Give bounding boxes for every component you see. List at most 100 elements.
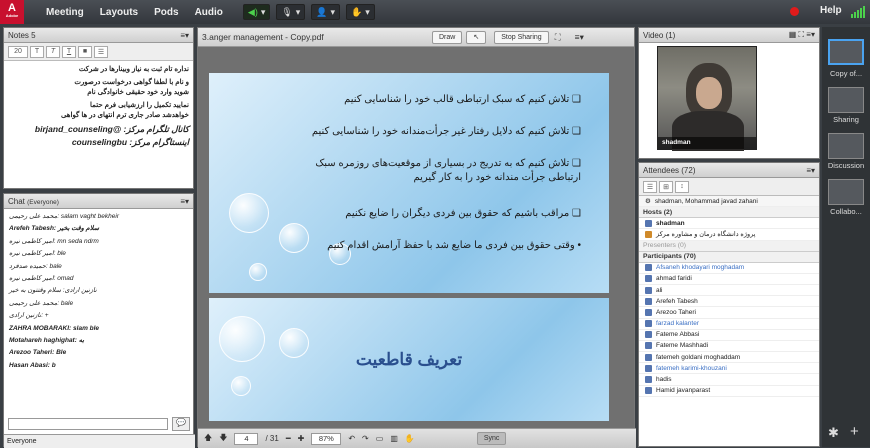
participant-name: Fateme Mashhadi	[656, 342, 709, 350]
fullscreen-icon[interactable]: ⛶	[555, 32, 561, 43]
host-row[interactable]: پروژه دانشگاه درمان و مشاوره مرکز	[639, 229, 819, 241]
help-menu[interactable]: Help	[820, 5, 842, 16]
bubble-decoration	[229, 193, 269, 233]
page-number-input[interactable]: 4	[234, 432, 259, 445]
participants-section[interactable]: Participants (70)	[639, 251, 819, 263]
underline-icon[interactable]: T	[62, 45, 76, 58]
layout-label[interactable]: Collabo...	[822, 207, 870, 216]
participant-row[interactable]: Fateme Mashhadi	[639, 341, 819, 353]
chat-header: Chat (Everyone) ≡▾	[4, 194, 193, 209]
fit-page-icon[interactable]: ▭	[376, 434, 384, 443]
video-header: Video (1) ▦ ⛶ ≡▾	[639, 28, 819, 43]
menu-meeting[interactable]: Meeting	[46, 7, 84, 18]
pod-menu-icon[interactable]: ▦ ⛶ ≡▾	[789, 30, 815, 40]
participant-name: Afsaneh khodayari moghadam	[656, 264, 745, 272]
layout-tile[interactable]	[828, 87, 864, 113]
pod-menu-icon[interactable]: ≡▾	[806, 166, 815, 175]
layout-tile[interactable]	[828, 39, 864, 65]
pointer-button[interactable]: ↖	[466, 30, 487, 44]
layout-icon[interactable]: ▥	[390, 434, 398, 443]
sort-icon[interactable]: ↕	[675, 180, 689, 193]
italic-icon[interactable]: T	[46, 45, 60, 58]
media-controls: ◀) ▾ 🎙 ▾ 👤 ▾ ✋ ▾	[242, 4, 375, 20]
participant-row[interactable]: ali	[639, 285, 819, 297]
participant-row[interactable]: Arefeh Tabesh	[639, 296, 819, 308]
camera-button[interactable]: 👤 ▾	[311, 4, 341, 20]
redo-icon[interactable]: ↷	[362, 434, 369, 443]
draw-button[interactable]: Draw	[432, 30, 463, 44]
note-line: نمایید تکمیل را ارزشیابی فرم حتما	[90, 102, 189, 109]
next-page-icon[interactable]: 🡇	[219, 432, 227, 446]
participant-name: Arefeh Tabesh	[656, 297, 698, 305]
layout-label[interactable]: Copy of...	[822, 69, 870, 78]
participant-row[interactable]: Afsaneh khodayari moghadam	[639, 263, 819, 274]
participant-row[interactable]: ahmad faridi	[639, 274, 819, 285]
notes-content[interactable]: نداره تام ثبت به نیاز وبینارها در شرکت و…	[4, 61, 193, 154]
layout-label[interactable]: Discussion	[822, 161, 870, 170]
breakout-icon[interactable]: ⊞	[659, 180, 673, 193]
host-name: پروژه دانشگاه درمان و مشاوره مرکز	[656, 231, 756, 239]
chevron-down-icon: ▾	[260, 6, 266, 17]
status-button[interactable]: ✋ ▾	[346, 4, 375, 20]
hosts-section[interactable]: Hosts (2)	[639, 207, 819, 219]
color-icon[interactable]: ■	[78, 45, 92, 58]
layout-tile[interactable]	[828, 179, 864, 205]
participant-row[interactable]: hadis	[639, 374, 819, 386]
layout-tile[interactable]	[828, 133, 864, 159]
logo-letter: A	[8, 2, 16, 14]
my-status-row[interactable]: ⚙ shadman, Mohammad javad zahani	[639, 196, 819, 208]
prev-page-icon[interactable]: 🡅	[204, 432, 212, 446]
hand-tool-icon[interactable]: ✋	[405, 434, 415, 443]
participant-row[interactable]: fatemeh goldani moghaddam	[639, 352, 819, 364]
menu-audio[interactable]: Audio	[195, 7, 223, 18]
participant-icon	[645, 364, 652, 372]
slide-bullet: ❑ تلاش کنیم که دلایل رفتار غیر جرأت‌مندا…	[311, 126, 581, 137]
layout-label[interactable]: Sharing	[822, 115, 870, 124]
list-view-icon[interactable]: ☰	[643, 180, 657, 193]
page-total: / 31	[265, 434, 279, 443]
logo-sub: Adobe	[5, 13, 19, 18]
zoom-in-icon[interactable]: ✚	[298, 434, 305, 443]
pod-menu-icon[interactable]: ≡▾	[575, 32, 584, 43]
add-layout-icon[interactable]: +	[850, 423, 859, 440]
sync-button[interactable]: Sync	[476, 432, 507, 445]
microphone-button[interactable]: 🎙 ▾	[276, 4, 306, 20]
connection-signal-icon	[851, 6, 865, 18]
list-icon[interactable]: ☰	[94, 45, 108, 58]
participant-row[interactable]: farzad kalanter	[639, 319, 819, 330]
speaker-button[interactable]: ◀) ▾	[242, 4, 271, 20]
settings-icon[interactable]: ✱	[828, 425, 839, 441]
send-chat-button[interactable]: 💬	[172, 417, 190, 431]
zoom-out-icon[interactable]: ━	[286, 434, 291, 443]
recording-indicator-icon[interactable]	[790, 7, 799, 16]
participant-name: ali	[656, 286, 663, 294]
participant-row[interactable]: Hamid javanparast	[639, 386, 819, 397]
instagram-link[interactable]: اینستاگرام مرکز: counselingbu	[8, 137, 189, 147]
menu-layouts[interactable]: Layouts	[100, 7, 138, 18]
chat-tab-everyone[interactable]: Everyone	[4, 434, 195, 448]
note-line: نداره تام ثبت به نیاز وبینارها در شرکت	[78, 66, 189, 73]
chat-input[interactable]	[8, 418, 168, 430]
participant-row[interactable]: Arezoo Taheri	[639, 307, 819, 319]
font-size-select[interactable]: 20	[8, 45, 28, 58]
participant-icon	[645, 320, 652, 328]
stop-sharing-button[interactable]: Stop Sharing	[494, 30, 549, 44]
video-feed[interactable]: shadman	[657, 46, 757, 151]
video-name-label: shadman	[658, 137, 756, 149]
participant-row[interactable]: Fateme Abbasi	[639, 330, 819, 341]
pod-menu-icon[interactable]: ≡▾	[180, 31, 189, 40]
zoom-select[interactable]: 87%	[311, 432, 342, 445]
chevron-down-icon: ▾	[295, 6, 301, 17]
bold-icon[interactable]: T	[30, 45, 44, 58]
bubble-decoration	[231, 376, 251, 396]
note-line: و نام با لطفا گواهی درخواست درصورت	[74, 79, 189, 86]
menu-pods[interactable]: Pods	[154, 7, 178, 18]
participant-name: fatemeh goldani moghaddam	[656, 353, 741, 361]
participant-row[interactable]: fatemeh karimi-khouzani	[639, 363, 819, 375]
pod-menu-icon[interactable]: ≡▾	[180, 197, 189, 206]
bullet-text: تلاش کنیم که سبک ارتباطی قالب خود را شنا…	[344, 94, 570, 105]
presenters-section[interactable]: Presenters (0)	[639, 240, 819, 252]
undo-icon[interactable]: ↶	[348, 434, 355, 443]
telegram-link[interactable]: کانال تلگرام مرکز: @birjand_counseling	[8, 124, 189, 134]
host-row[interactable]: shadman	[639, 218, 819, 230]
